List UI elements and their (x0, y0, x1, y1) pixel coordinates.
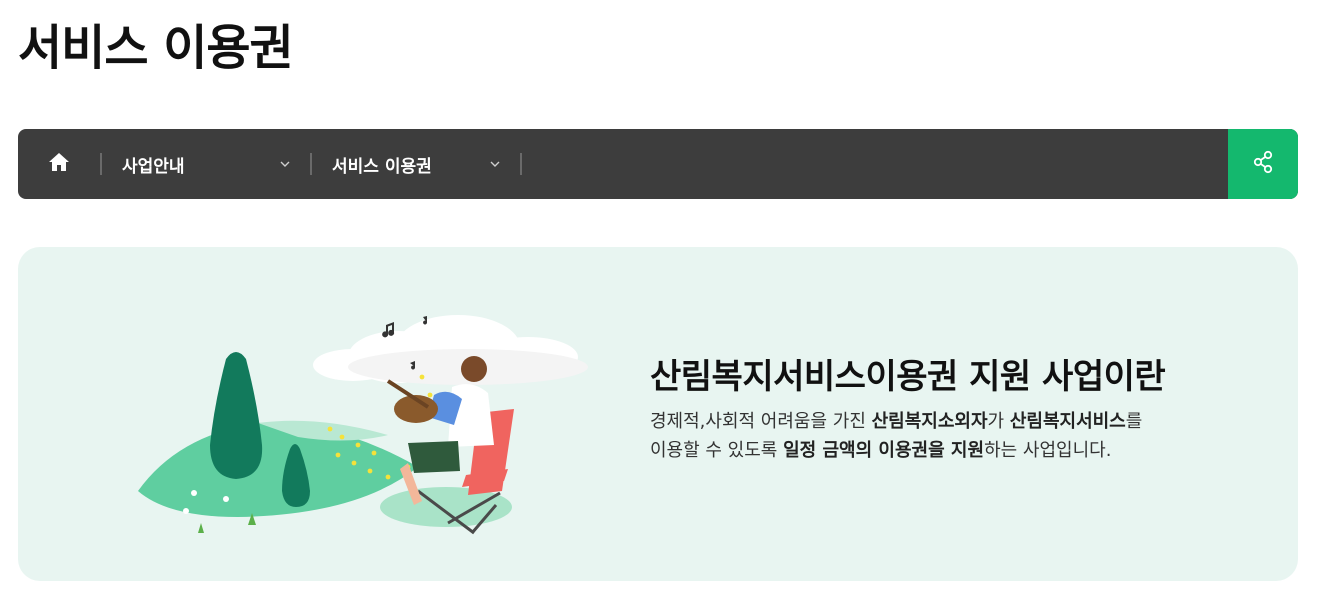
intro-text: 가 (987, 411, 1010, 432)
intro-card: 산림복지서비스이용권 지원 사업이란 경제적,사회적 어려움을 가진 산림복지소… (18, 247, 1298, 581)
intro-emphasis: 일정 금액의 이용권을 지원 (783, 440, 985, 461)
intro-emphasis: 산림복지서비스 (1009, 411, 1126, 432)
intro-description: 경제적,사회적 어려움을 가진 산림복지소외자가 산림복지서비스를 이용할 수 … (650, 407, 1270, 465)
breadcrumb-label: 서비스 이용권 (332, 156, 432, 177)
share-button[interactable] (1228, 129, 1298, 199)
divider (520, 153, 522, 175)
breadcrumb-dropdown-service[interactable]: 서비스 이용권 (312, 129, 520, 199)
chevron-down-icon (280, 159, 290, 169)
intro-text: 경제적,사회적 어려움을 가진 (650, 411, 872, 432)
intro-text: 를 (1125, 411, 1143, 432)
home-icon (48, 152, 70, 176)
breadcrumb-dropdown-business[interactable]: 사업안내 (102, 129, 310, 199)
page-title: 서비스 이용권 (18, 20, 294, 76)
breadcrumb-label: 사업안내 (122, 156, 185, 177)
forest-guitar-illustration (118, 295, 598, 545)
intro-text-block: 산림복지서비스이용권 지원 사업이란 경제적,사회적 어려움을 가진 산림복지소… (650, 355, 1270, 465)
cloud-shape (313, 315, 588, 385)
intro-emphasis: 산림복지소외자 (871, 411, 988, 432)
intro-title: 산림복지서비스이용권 지원 사업이란 (650, 357, 1166, 397)
intro-text: 하는 사업입니다. (984, 440, 1112, 461)
share-icon (1252, 150, 1274, 178)
breadcrumb: 사업안내 서비스 이용권 (18, 129, 1298, 199)
home-button[interactable] (18, 129, 100, 199)
chevron-down-icon (490, 159, 500, 169)
intro-text: 이용할 수 있도록 (650, 440, 784, 461)
